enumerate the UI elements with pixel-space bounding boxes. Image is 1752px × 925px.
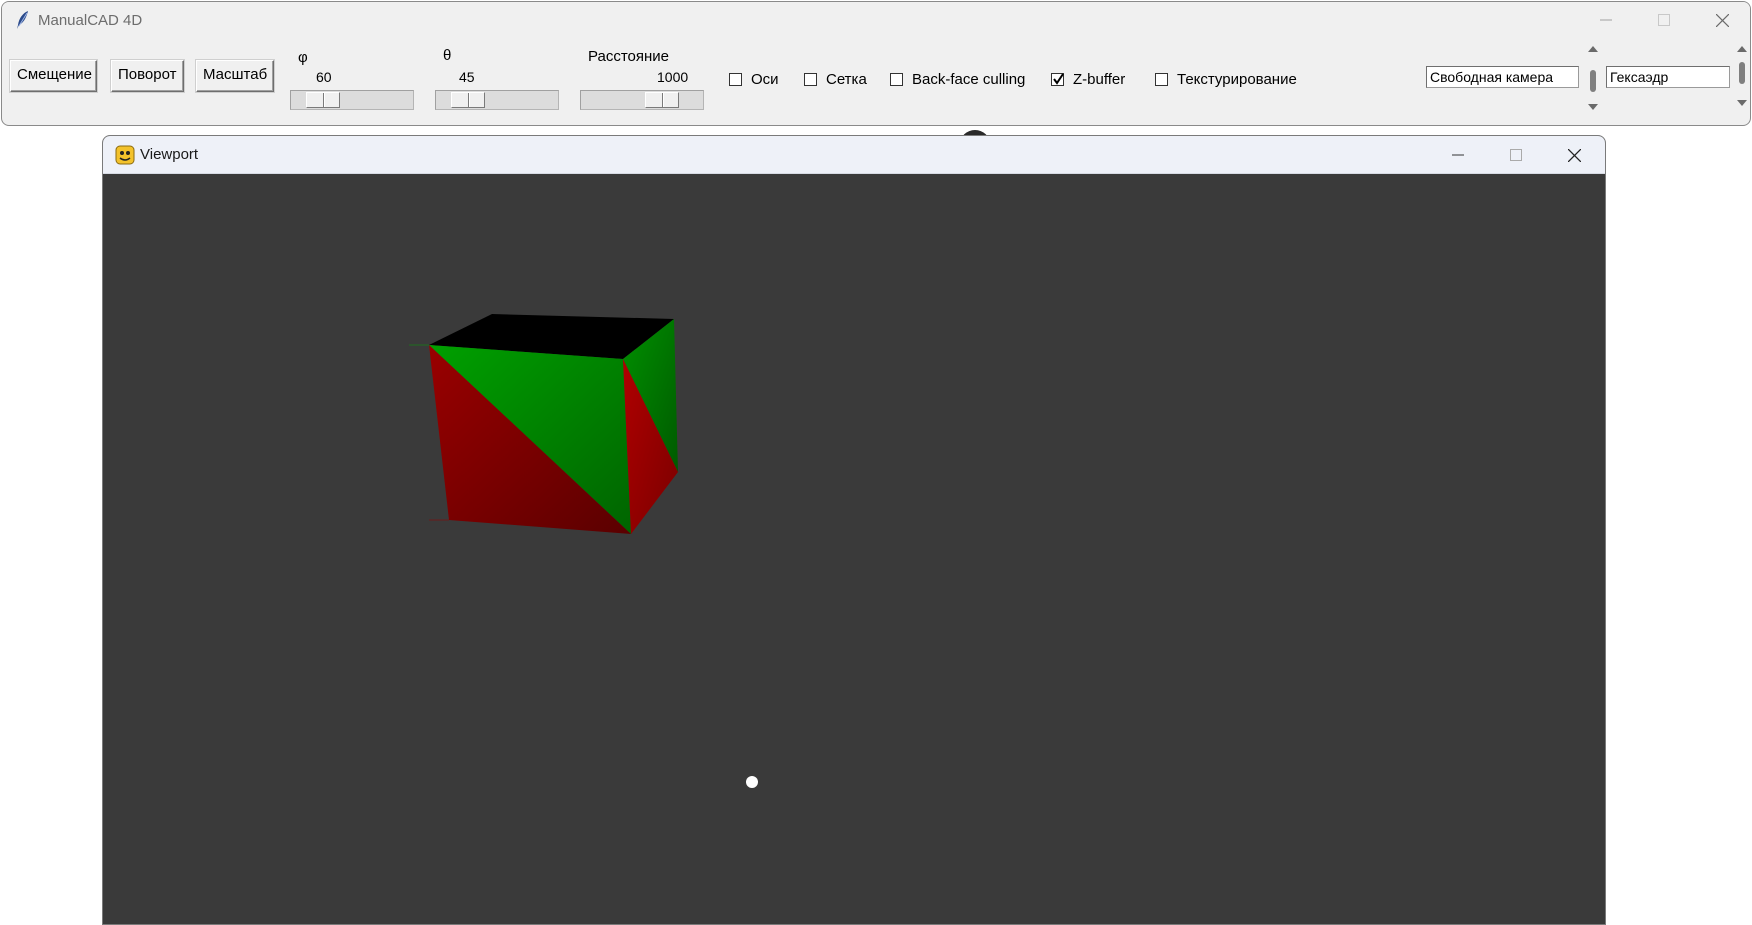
- axes-checkbox-box[interactable]: [729, 72, 742, 86]
- scroll-up-icon[interactable]: [1735, 44, 1749, 54]
- theta-slider-thumb[interactable]: [451, 92, 485, 108]
- phi-slider[interactable]: [290, 90, 414, 110]
- phi-slider-thumb[interactable]: [306, 92, 340, 108]
- backface-checkbox-label: Back-face culling: [912, 70, 1026, 88]
- light-source-marker[interactable]: [746, 776, 758, 788]
- viewport-canvas[interactable]: [103, 174, 1605, 924]
- axes-checkbox[interactable]: Оси: [729, 69, 779, 89]
- cube[interactable]: [409, 314, 678, 534]
- backface-checkbox-box[interactable]: [890, 72, 903, 86]
- theta-value: 45: [459, 69, 475, 85]
- rotate-button[interactable]: Поворот: [111, 60, 184, 92]
- scale-button[interactable]: Масштаб: [196, 60, 274, 92]
- viewport-window: Viewport: [102, 135, 1606, 925]
- minimize-icon: [1452, 154, 1464, 156]
- scene[interactable]: [103, 174, 1605, 924]
- distance-slider[interactable]: [580, 90, 704, 110]
- texturing-checkbox-label: Текстурирование: [1177, 70, 1297, 88]
- feather-icon: [17, 11, 28, 29]
- minimize-button[interactable]: [1577, 2, 1635, 38]
- viewport-title: Viewport: [140, 146, 199, 163]
- close-icon: [1715, 13, 1729, 27]
- main-titlebar[interactable]: ManualCAD 4D: [2, 2, 1750, 38]
- distance-label: Расстояние: [588, 48, 670, 65]
- maximize-icon: [1658, 14, 1670, 26]
- texturing-checkbox[interactable]: Текстурирование: [1155, 69, 1297, 89]
- close-button[interactable]: [1693, 2, 1750, 38]
- maximize-button[interactable]: [1635, 2, 1693, 38]
- viewport-maximize-button[interactable]: [1487, 136, 1545, 174]
- distance-slider-thumb[interactable]: [645, 92, 679, 108]
- grid-checkbox-box[interactable]: [804, 72, 817, 86]
- distance-value: 1000: [657, 69, 689, 85]
- maximize-icon: [1510, 149, 1522, 161]
- grid-checkbox[interactable]: Сетка: [804, 69, 867, 89]
- phi-label: φ: [298, 49, 308, 66]
- checkmark-icon: [1053, 72, 1064, 85]
- axes-checkbox-label: Оси: [751, 70, 779, 88]
- texturing-checkbox-box[interactable]: [1155, 72, 1168, 86]
- main-window: ManualCAD 4D Смещение Поворот Масштаб φ …: [1, 1, 1751, 126]
- backface-culling-checkbox[interactable]: Back-face culling: [890, 69, 1025, 89]
- zbuffer-checkbox-label: Z-buffer: [1073, 70, 1126, 88]
- shape-select-scrollbar[interactable]: [1735, 44, 1749, 112]
- scroll-down-icon[interactable]: [1586, 102, 1600, 112]
- translate-button[interactable]: Смещение: [10, 60, 97, 92]
- shape-scroll-thumb[interactable]: [1739, 62, 1745, 84]
- scroll-up-icon[interactable]: [1586, 44, 1600, 54]
- phi-value: 60: [316, 69, 332, 85]
- grid-checkbox-label: Сетка: [826, 70, 867, 88]
- shape-select[interactable]: Гексаэдр: [1606, 66, 1730, 88]
- viewport-close-button[interactable]: [1545, 136, 1603, 174]
- viewport-minimize-button[interactable]: [1429, 136, 1487, 174]
- camera-select-scrollbar[interactable]: [1586, 44, 1600, 112]
- minimize-icon: [1600, 19, 1612, 21]
- viewport-titlebar[interactable]: Viewport: [103, 136, 1605, 174]
- zbuffer-checkbox-box[interactable]: [1051, 72, 1064, 86]
- window-title: ManualCAD 4D: [38, 12, 143, 29]
- camera-select[interactable]: Свободная камера: [1426, 66, 1579, 88]
- scroll-down-icon[interactable]: [1735, 98, 1749, 108]
- zbuffer-checkbox[interactable]: Z-buffer: [1051, 69, 1125, 89]
- close-icon: [1567, 148, 1581, 162]
- theta-label: θ: [443, 47, 452, 64]
- camera-scroll-thumb[interactable]: [1590, 70, 1596, 92]
- pygame-snake-icon: [115, 145, 135, 165]
- theta-slider[interactable]: [435, 90, 559, 110]
